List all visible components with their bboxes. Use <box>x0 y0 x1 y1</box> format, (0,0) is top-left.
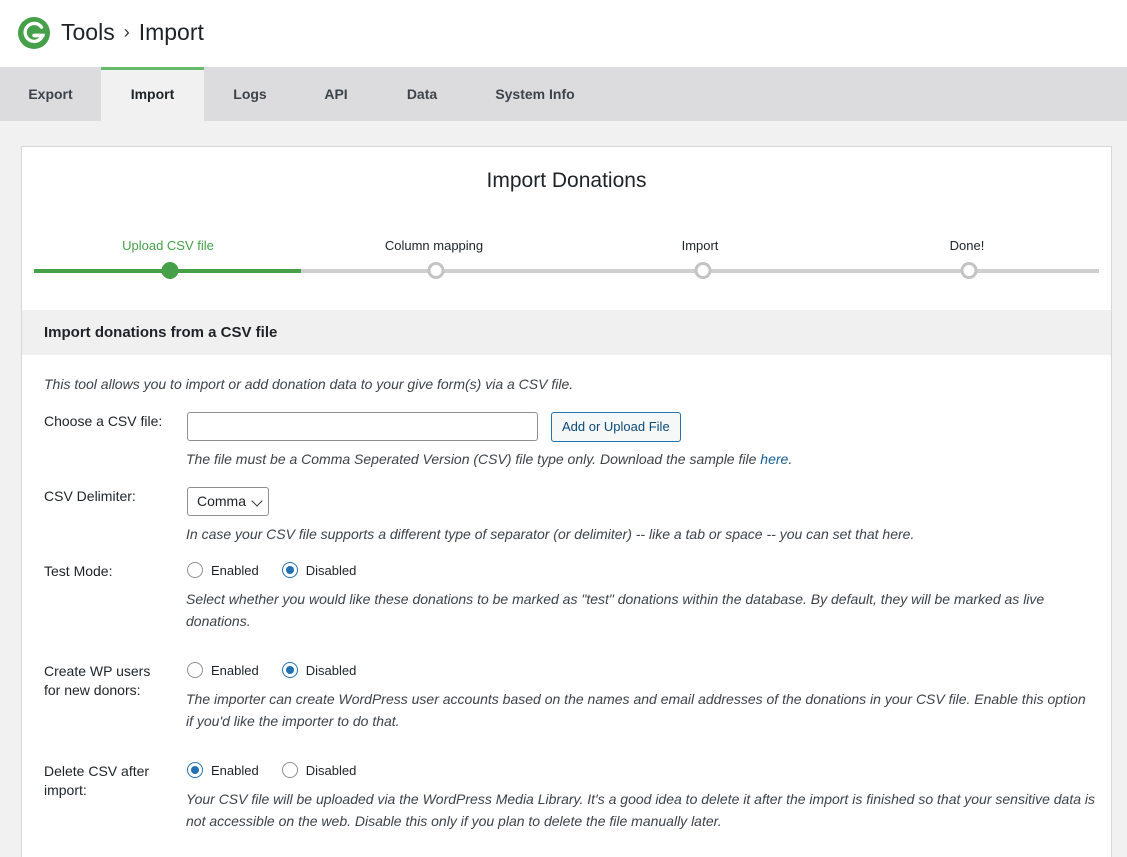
tab-logs[interactable]: Logs <box>204 67 296 121</box>
breadcrumb-separator: › <box>123 22 130 42</box>
step-label-import: Import <box>681 238 719 253</box>
radio-label: Disabled <box>305 662 357 678</box>
step-dot-import <box>694 262 712 279</box>
create-users-enabled-radio[interactable] <box>187 662 203 678</box>
create-users-label: Create WP users for new donors: <box>44 662 150 700</box>
csv-delimiter-select[interactable]: Comma <box>187 487 269 516</box>
test-mode-enabled-option[interactable]: Enabled <box>187 562 259 578</box>
create-users-disabled-radio[interactable] <box>281 662 298 678</box>
section-header: Import donations from a CSV file <box>22 310 1111 355</box>
delete-csv-enabled-radio[interactable] <box>187 762 203 778</box>
csv-delimiter-label: CSV Delimiter: <box>44 488 136 504</box>
step-dot-done <box>960 262 978 279</box>
intro-text: This tool allows you to import or add do… <box>44 376 574 392</box>
radio-label: Enabled <box>211 762 259 778</box>
test-mode-label: Test Mode: <box>44 563 113 579</box>
test-mode-disabled-option[interactable]: Disabled <box>281 562 357 578</box>
page-header: Tools › Import <box>0 0 1127 67</box>
csv-file-label: Choose a CSV file: <box>44 413 163 429</box>
delete-csv-description: Your CSV file will be uploaded via the W… <box>186 791 1095 829</box>
tab-system-info[interactable]: System Info <box>468 67 602 121</box>
delete-csv-radio-group: Enabled Disabled <box>187 762 356 778</box>
create-users-enabled-option[interactable]: Enabled <box>187 662 259 678</box>
tab-bar: Export Import Logs API Data System Info <box>0 67 1127 121</box>
delete-csv-label: Delete CSV after import: <box>44 762 149 800</box>
csv-file-description: The file must be a Comma Seperated Versi… <box>186 448 1096 470</box>
page-title: Import <box>138 19 204 45</box>
csv-file-desc-text: The file must be a Comma Seperated Versi… <box>186 451 761 467</box>
section-title: Import donations from a CSV file <box>44 324 278 341</box>
test-mode-enabled-radio[interactable] <box>187 562 203 578</box>
step-label-done: Done! <box>949 238 985 253</box>
card-title: Import Donations <box>486 169 647 192</box>
create-users-radio-group: Enabled Disabled <box>187 662 356 678</box>
test-mode-disabled-radio[interactable] <box>281 562 298 578</box>
delete-csv-label-line1: Delete CSV after <box>44 763 150 779</box>
create-users-label-line1: Create WP users <box>44 663 151 679</box>
test-mode-radio-group: Enabled Disabled <box>187 562 356 578</box>
add-upload-file-button[interactable]: Add or Upload File <box>551 412 681 442</box>
create-users-description: The importer can create WordPress user a… <box>186 691 1086 729</box>
step-label-upload: Upload CSV file <box>122 238 214 253</box>
tab-export[interactable]: Export <box>0 67 101 121</box>
breadcrumb-tools[interactable]: Tools <box>61 17 115 47</box>
tab-import[interactable]: Import <box>101 67 204 121</box>
csv-delimiter-description: In case your CSV file supports a differe… <box>186 526 915 542</box>
create-users-disabled-option[interactable]: Disabled <box>281 662 357 678</box>
csv-file-input[interactable] <box>187 412 538 441</box>
radio-label: Enabled <box>211 562 259 578</box>
delete-csv-disabled-radio[interactable] <box>281 762 298 778</box>
breadcrumb: Tools › Import <box>61 17 204 47</box>
givewp-logo-icon[interactable] <box>18 17 50 49</box>
step-dot-upload <box>161 262 179 279</box>
chevron-down-icon <box>251 495 263 507</box>
test-mode-description: Select whether you would like these dona… <box>186 591 1045 629</box>
radio-label: Disabled <box>305 562 357 578</box>
radio-label: Disabled <box>305 762 357 778</box>
create-users-label-line2: for new donors: <box>44 682 141 698</box>
csv-file-desc-suffix: . <box>788 451 793 467</box>
step-dot-mapping <box>427 262 445 279</box>
tab-data[interactable]: Data <box>376 67 468 121</box>
delete-csv-label-line2: import: <box>44 782 87 798</box>
tab-api[interactable]: API <box>296 67 376 121</box>
csv-delimiter-value: Comma <box>197 493 247 509</box>
delete-csv-disabled-option[interactable]: Disabled <box>281 762 357 778</box>
radio-label: Enabled <box>211 662 259 678</box>
sample-file-link[interactable]: here <box>760 451 788 467</box>
delete-csv-enabled-option[interactable]: Enabled <box>187 762 259 778</box>
step-label-mapping: Column mapping <box>384 238 484 253</box>
import-card: Import Donations Upload CSV file Column … <box>21 146 1112 857</box>
